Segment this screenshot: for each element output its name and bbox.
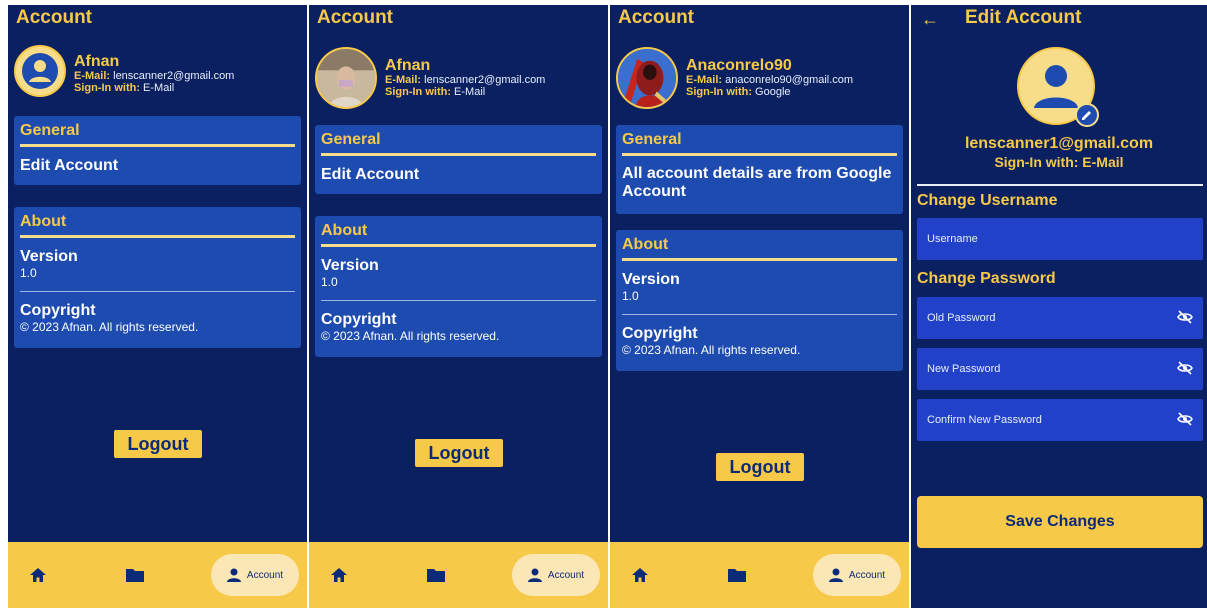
nav-account-label: Account [547,569,585,581]
username-field[interactable]: Username [917,218,1203,260]
old-password-placeholder: Old Password [927,312,996,324]
about-card: About Version 1.0 Copyright © 2023 Afnan… [315,216,602,357]
new-password-field[interactable]: New Password [917,348,1203,390]
home-icon[interactable] [30,568,46,582]
profile-name: Anaconrelo90 [686,57,792,74]
home-icon[interactable] [331,568,347,582]
about-heading: About [321,222,368,239]
account-screen-3: Account Anaconrelo90 E-Mail: anaconrelo9… [610,5,909,608]
bottom-nav: Account [309,542,608,608]
username-placeholder: Username [927,233,978,245]
change-password-heading: Change Password [917,270,1056,287]
profile-signin: Sign-In with: E-Mail [385,86,486,98]
account-screen-2: Account Afnan E-Mail: lenscanner2@gmail.… [309,5,608,608]
folder-icon[interactable] [728,568,746,582]
change-username-heading: Change Username [917,192,1058,209]
copyright-value: © 2023 Afnan. All rights reserved. [321,329,500,343]
page-title: Account [317,7,393,28]
about-heading: About [20,213,67,230]
google-account-note: All account details are from Google Acco… [622,165,892,200]
profile-name: Afnan [74,53,120,70]
version-label: Version [622,271,680,288]
page-title: Account [618,7,694,28]
bottom-nav: Account [610,542,909,608]
nav-account-tab[interactable]: Account [813,554,901,596]
confirm-password-field[interactable]: Confirm New Password [917,399,1203,441]
person-icon [14,45,66,97]
nav-account-tab[interactable]: Account [512,554,600,596]
logout-button[interactable]: Logout [716,453,804,481]
profile-header: Afnan E-Mail: lenscanner2@gmail.com Sign… [315,47,545,109]
profile-header: Afnan E-Mail: lenscanner2@gmail.com Sign… [14,45,234,97]
folder-icon[interactable] [126,568,144,582]
copyright-label: Copyright [622,325,698,342]
illustrated-avatar [616,47,678,109]
general-card: General Edit Account [315,125,602,194]
edit-account-button[interactable]: Edit Account [14,147,301,185]
copyright-label: Copyright [20,302,96,319]
save-changes-button[interactable]: Save Changes [917,496,1203,548]
profile-email: E-Mail: anaconrelo90@gmail.com [686,74,854,86]
account-email: lenscanner1@gmail.com [964,135,1154,152]
page-title: Edit Account [965,7,1082,28]
copyright-value: © 2023 Afnan. All rights reserved. [20,320,199,334]
eye-off-icon[interactable] [1177,361,1193,375]
person-icon [226,568,241,582]
account-screen-1: Account Afnan E-Mail: lenscanner2@gmail.… [8,5,307,608]
general-card: General All account details are from Goo… [616,125,903,214]
nav-account-label: Account [848,569,886,581]
divider [20,291,295,292]
edit-account-screen: ← Edit Account lenscanner1@gmail.com Sig… [911,5,1207,608]
copyright-label: Copyright [321,311,397,328]
version-value: 1.0 [321,275,338,289]
general-heading: General [321,131,381,148]
edit-avatar-button[interactable] [1075,103,1099,127]
general-heading: General [20,122,80,139]
edit-account-button[interactable]: Edit Account [315,156,602,194]
pencil-icon [1082,111,1091,120]
back-arrow-icon[interactable]: ← [921,9,939,30]
folder-icon[interactable] [427,568,445,582]
profile-header: Anaconrelo90 E-Mail: anaconrelo90@gmail.… [616,47,853,109]
nav-account-label: Account [246,569,284,581]
version-value: 1.0 [622,289,639,303]
divider [917,184,1203,186]
profile-name: Afnan [385,57,431,74]
profile-signin: Sign-In with: E-Mail [74,82,175,94]
account-signin: Sign-In with: E-Mail [994,154,1124,170]
logout-button[interactable]: Logout [415,439,503,467]
photo-avatar [315,47,377,109]
profile-email: E-Mail: lenscanner2@gmail.com [74,70,235,82]
eye-off-icon[interactable] [1177,310,1193,324]
divider [321,300,596,301]
about-heading: About [622,236,669,253]
home-icon[interactable] [632,568,648,582]
profile-signin: Sign-In with: Google [686,86,791,98]
person-icon [527,568,542,582]
version-label: Version [20,248,78,265]
version-value: 1.0 [20,266,37,280]
page-title: Account [16,7,92,28]
confirm-password-placeholder: Confirm New Password [927,414,1042,426]
divider [622,314,897,315]
nav-account-tab[interactable]: Account [211,554,299,596]
new-password-placeholder: New Password [927,363,1001,375]
person-icon [828,568,843,582]
about-card: About Version 1.0 Copyright © 2023 Afnan… [14,207,301,348]
eye-off-icon[interactable] [1177,412,1193,426]
about-card: About Version 1.0 Copyright © 2023 Afnan… [616,230,903,371]
bottom-nav: Account [8,542,307,608]
old-password-field[interactable]: Old Password [917,297,1203,339]
copyright-value: © 2023 Afnan. All rights reserved. [622,343,801,357]
version-label: Version [321,257,379,274]
logout-button[interactable]: Logout [114,430,202,458]
general-card: General Edit Account [14,116,301,185]
general-heading: General [622,131,682,148]
profile-email: E-Mail: lenscanner2@gmail.com [385,74,546,86]
